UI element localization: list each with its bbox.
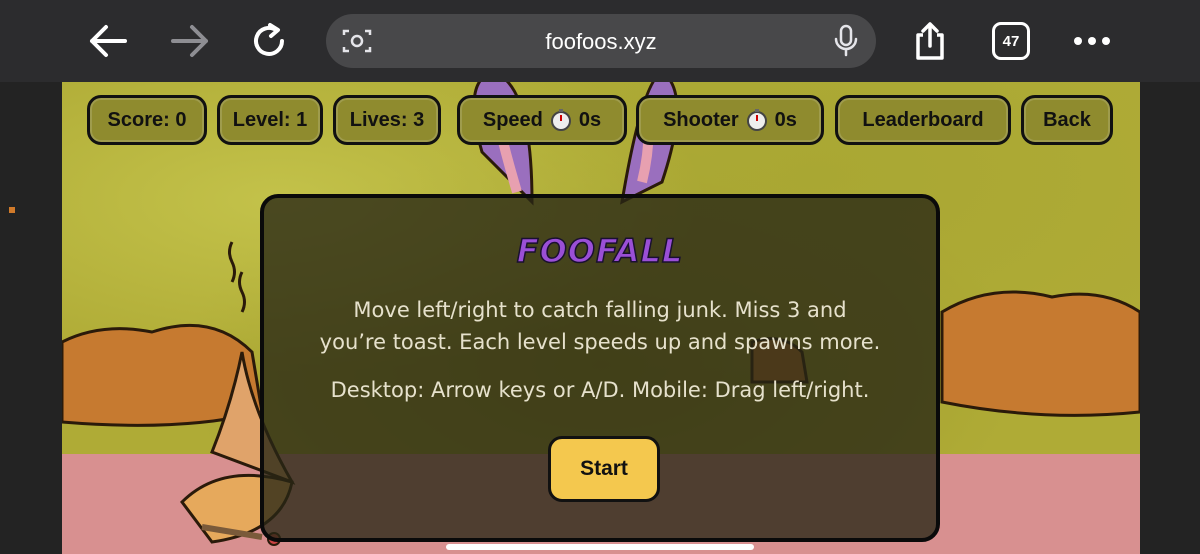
game-canvas[interactable]: Score: 0 Level: 1 Lives: 3 Speed 0s Shoo… (62, 82, 1140, 554)
shooter-powerup-timer: Shooter 0s (636, 95, 824, 145)
more-options-icon[interactable] (1068, 18, 1116, 64)
share-icon[interactable] (906, 18, 954, 64)
lives-display: Lives: 3 (333, 95, 441, 145)
game-title: FOOFALL (516, 231, 684, 271)
score-display: Score: 0 (87, 95, 207, 145)
instructions-line-2: you’re toast. Each level speeds up and s… (319, 330, 881, 354)
start-button[interactable]: Start (548, 436, 660, 502)
browser-toolbar: foofoos.xyz 47 (0, 0, 1200, 82)
url-text: foofoos.xyz (545, 29, 657, 54)
lives-label: Lives: 3 (349, 108, 425, 131)
shooter-label: Shooter (663, 108, 739, 131)
level-display: Level: 1 (217, 95, 323, 145)
stopwatch-icon (746, 109, 767, 131)
stopwatch-icon (550, 109, 571, 131)
back-button[interactable]: Back (1021, 95, 1113, 145)
speed-time: 0s (578, 108, 602, 131)
start-modal: FOOFALL Move left/right to catch falling… (260, 194, 940, 542)
shooter-time: 0s (774, 108, 797, 131)
scroll-marker (9, 207, 15, 213)
reload-icon[interactable] (246, 18, 294, 64)
leaderboard-label: Leaderboard (862, 108, 984, 131)
leaderboard-button[interactable]: Leaderboard (835, 95, 1011, 145)
instructions-line-1: Move left/right to catch falling junk. M… (353, 298, 847, 322)
forward-arrow-icon[interactable] (166, 18, 214, 64)
microphone-icon[interactable] (832, 24, 860, 58)
back-arrow-icon[interactable] (84, 18, 132, 64)
tab-count-button[interactable]: 47 (992, 22, 1030, 60)
home-indicator[interactable] (446, 544, 754, 550)
controls-text: Desktop: Arrow keys or A/D. Mobile: Drag… (330, 378, 870, 402)
instructions-text: Move left/right to catch falling junk. M… (284, 294, 916, 358)
back-label: Back (1043, 108, 1091, 131)
address-bar[interactable]: foofoos.xyz (326, 14, 876, 68)
score-label: Score: 0 (107, 108, 187, 131)
right-page-margin (1140, 82, 1200, 554)
speed-label: Speed (482, 108, 543, 131)
speed-powerup-timer: Speed 0s (457, 95, 627, 145)
left-page-margin (0, 82, 62, 554)
level-label: Level: 1 (232, 108, 308, 131)
